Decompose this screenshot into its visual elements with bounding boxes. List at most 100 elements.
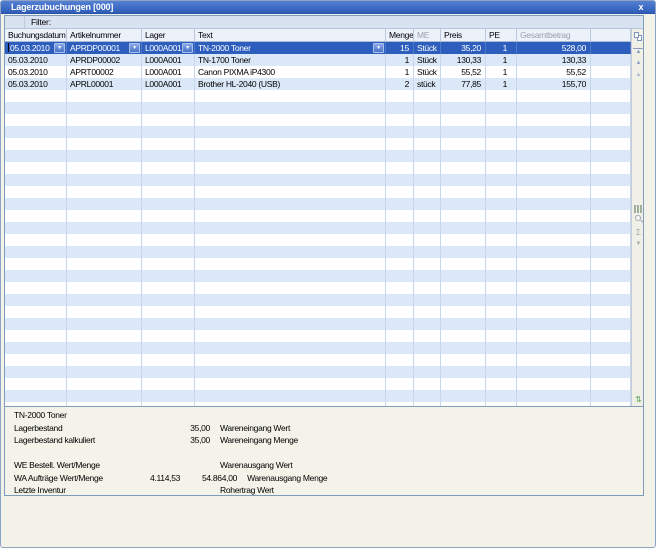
title-bar[interactable]: Lagerzubuchungen [000] x xyxy=(1,1,655,14)
cell-gesamtbetrag[interactable]: 130,33 xyxy=(517,54,591,66)
empty-row[interactable] xyxy=(5,174,631,186)
empty-row[interactable] xyxy=(5,222,631,234)
sort-updown-icon[interactable]: ⇅ xyxy=(633,395,644,404)
cell-pe[interactable]: 1 xyxy=(486,78,517,90)
cell-artikelnummer[interactable]: APRL00001 xyxy=(67,78,142,90)
cell-lager[interactable]: L000A001 xyxy=(142,78,195,90)
empty-cell xyxy=(5,318,67,330)
empty-row[interactable] xyxy=(5,342,631,354)
cell-preis[interactable]: 55,52 xyxy=(441,66,486,78)
cell-preis[interactable]: 35,20 xyxy=(441,42,486,54)
cell-spacer[interactable] xyxy=(591,54,631,66)
empty-row[interactable] xyxy=(5,246,631,258)
empty-row[interactable] xyxy=(5,198,631,210)
cell-buchungsdatum[interactable]: 05.03.2010 xyxy=(5,54,67,66)
cell-menge[interactable]: 1 xyxy=(386,66,414,78)
cell-buchungsdatum[interactable]: 05.03.2010 xyxy=(5,78,67,90)
cell-artikelnummer[interactable]: APRDP00002 xyxy=(67,54,142,66)
cell-spacer[interactable] xyxy=(591,78,631,90)
empty-row[interactable] xyxy=(5,126,631,138)
cell-menge[interactable]: 2 xyxy=(386,78,414,90)
column-header-text[interactable]: Text xyxy=(195,29,386,42)
close-icon[interactable]: x xyxy=(633,2,649,13)
empty-row[interactable] xyxy=(5,378,631,390)
empty-row[interactable] xyxy=(5,330,631,342)
column-header-gesamtbetrag[interactable]: Gesamtbetrag xyxy=(517,29,591,42)
empty-row[interactable] xyxy=(5,306,631,318)
empty-row[interactable] xyxy=(5,138,631,150)
cell-spacer[interactable] xyxy=(591,42,631,54)
empty-row[interactable] xyxy=(5,210,631,222)
cell-lager[interactable]: L000A001 xyxy=(142,54,195,66)
empty-row[interactable] xyxy=(5,294,631,306)
cell-artikelnummer[interactable]: APRT00002 xyxy=(67,66,142,78)
cell-me[interactable]: stück xyxy=(414,78,441,90)
cell-me[interactable]: Stück xyxy=(414,42,441,54)
dropdown-button[interactable]: ▼ xyxy=(54,43,65,53)
empty-row[interactable] xyxy=(5,102,631,114)
table-row[interactable]: 05.03.2010APRL00001L000A001Brother HL-20… xyxy=(5,78,631,90)
column-header-artikelnummer[interactable]: Artikelnummer xyxy=(67,29,142,42)
cell-pe[interactable]: 1 xyxy=(486,42,517,54)
empty-row[interactable] xyxy=(5,402,631,406)
filter-funnel-icon[interactable]: ▼ xyxy=(633,241,644,248)
copy-icon[interactable] xyxy=(633,32,644,41)
cell-me[interactable]: Stück xyxy=(414,66,441,78)
column-header-pe[interactable]: PE xyxy=(486,29,517,42)
scroll-up-icon[interactable]: ▲ xyxy=(633,60,644,67)
cell-menge[interactable]: 15 xyxy=(386,42,414,54)
cell-buchungsdatum[interactable]: 05.03.2010 xyxy=(5,66,67,78)
empty-row[interactable] xyxy=(5,270,631,282)
empty-row[interactable] xyxy=(5,234,631,246)
rows-area[interactable]: 05.03.2010▼APRDP00001▼L000A001▼TN-2000 T… xyxy=(5,42,631,406)
empty-row[interactable] xyxy=(5,366,631,378)
table-row[interactable]: 05.03.2010▼APRDP00001▼L000A001▼TN-2000 T… xyxy=(5,42,631,54)
scroll-top-icon[interactable]: ▲ xyxy=(633,48,644,56)
cell-spacer[interactable] xyxy=(591,66,631,78)
cell-text[interactable]: TN-1700 Toner xyxy=(195,54,386,66)
empty-cell xyxy=(441,114,486,126)
cell-menge[interactable]: 1 xyxy=(386,54,414,66)
empty-row[interactable] xyxy=(5,282,631,294)
cell-text[interactable]: Canon PIXMA iP4300 xyxy=(195,66,386,78)
empty-row[interactable] xyxy=(5,90,631,102)
cell-me[interactable]: Stück xyxy=(414,54,441,66)
cell-pe[interactable]: 1 xyxy=(486,54,517,66)
cell-artikelnummer[interactable]: APRDP00001▼ xyxy=(67,42,142,54)
cell-pe[interactable]: 1 xyxy=(486,66,517,78)
cell-lager[interactable]: L000A001 xyxy=(142,66,195,78)
empty-row[interactable] xyxy=(5,390,631,402)
column-header-preis[interactable]: Preis xyxy=(441,29,486,42)
empty-row[interactable] xyxy=(5,150,631,162)
empty-row[interactable] xyxy=(5,354,631,366)
cell-gesamtbetrag[interactable]: 55,52 xyxy=(517,66,591,78)
column-header-spacer[interactable] xyxy=(591,29,631,42)
empty-row[interactable] xyxy=(5,186,631,198)
empty-row[interactable] xyxy=(5,318,631,330)
column-header-lager[interactable]: Lager xyxy=(142,29,195,42)
column-header-menge[interactable]: Menge xyxy=(386,29,414,42)
dropdown-button[interactable]: ▼ xyxy=(129,43,140,53)
column-header-buchungsdatum[interactable]: Buchungsdatum xyxy=(5,29,67,42)
cell-text[interactable]: Brother HL-2040 (USB) xyxy=(195,78,386,90)
cell-buchungsdatum[interactable]: 05.03.2010▼ xyxy=(5,42,67,54)
cell-lager[interactable]: L000A001▼ xyxy=(142,42,195,54)
table-row[interactable]: 05.03.2010APRT00002L000A001Canon PIXMA i… xyxy=(5,66,631,78)
cell-text[interactable]: TN-2000 Toner▼ xyxy=(195,42,386,54)
column-header-me[interactable]: ME xyxy=(414,29,441,42)
empty-row[interactable] xyxy=(5,162,631,174)
cell-gesamtbetrag[interactable]: 155,70 xyxy=(517,78,591,90)
search-icon[interactable] xyxy=(633,215,644,225)
empty-cell xyxy=(67,210,142,222)
columns-icon[interactable] xyxy=(633,200,644,208)
scroll-prev-icon[interactable]: ▲ xyxy=(633,72,644,79)
cell-preis[interactable]: 130,33 xyxy=(441,54,486,66)
dropdown-button[interactable]: ▼ xyxy=(373,43,384,53)
cell-gesamtbetrag[interactable]: 528,00 xyxy=(517,42,591,54)
empty-row[interactable] xyxy=(5,114,631,126)
empty-row[interactable] xyxy=(5,258,631,270)
cell-preis[interactable]: 77,85 xyxy=(441,78,486,90)
dropdown-button[interactable]: ▼ xyxy=(182,43,193,53)
sum-icon[interactable]: Σ xyxy=(633,228,644,237)
table-row[interactable]: 05.03.2010APRDP00002L000A001TN-1700 Tone… xyxy=(5,54,631,66)
